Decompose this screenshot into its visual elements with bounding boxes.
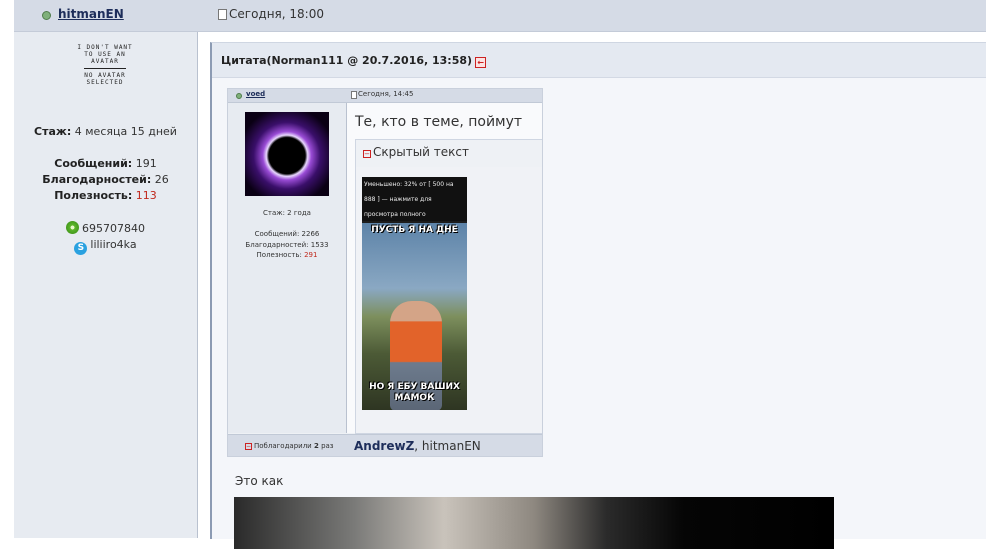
resize-notice: Уменьшено: 32% от [ 500 на 888 ] — нажми… [362, 177, 467, 233]
icq-line[interactable]: 695707840 [14, 221, 197, 235]
quoted-screenshot[interactable]: voed Сегодня, 14:45 Стаж: 2 года Сообщен… [227, 88, 543, 457]
collapse-icon: − [363, 150, 371, 158]
skype-icon: S [74, 242, 88, 255]
embedded-thanks-bar: − Поблагодарили 2 раз AndrewZ, hitmanEN [228, 434, 542, 456]
embedded-tenure: Стаж: 2 года [263, 209, 311, 217]
embedded-usefulness-label: Полезность: [256, 251, 302, 259]
attached-photo [234, 497, 834, 549]
avatar-text-line: SELECTED [86, 79, 124, 86]
post-date: Сегодня, 18:00 [229, 7, 324, 21]
avatar-text-line: AVATAR [91, 58, 119, 65]
post-content: Цитата(Norman111 @ 20.7.2016, 13:58) ← vo… [198, 32, 986, 549]
skype-line[interactable]: Sliliiro4ka [14, 238, 197, 255]
online-status-icon [42, 11, 51, 20]
avatar-text-line: TO USE AN [84, 51, 126, 58]
embedded-messages: Сообщений: 2266 [254, 230, 320, 238]
left-margin [0, 0, 14, 538]
quote-block: Цитата(Norman111 @ 20.7.2016, 13:58) ← vo… [210, 42, 986, 549]
quote-title-text: Цитата(Norman111 @ 20.7.2016, 13:58) [221, 54, 473, 67]
thanks-line: Благодарностей: 26 [14, 173, 197, 186]
tenure-line: Стаж: 4 месяца 15 дней [14, 125, 197, 138]
avatar: I DON'T WANT TO USE AN AVATAR NO AVATAR … [70, 44, 140, 86]
avatar-text-line: I DON'T WANT [77, 44, 133, 51]
thanked-suffix: раз [321, 442, 334, 450]
embedded-date: Сегодня, 14:45 [358, 90, 414, 98]
thanked-count: 2 [313, 442, 319, 450]
embedded-post-header: voed Сегодня, 14:45 [228, 89, 542, 103]
messages-line: Сообщений: 191 [14, 157, 197, 170]
meme-top-caption: ПУСТЬ Я НА ДНЕ [371, 225, 458, 235]
icq-flower-icon [66, 221, 79, 234]
document-icon [218, 9, 227, 20]
usefulness-label: Полезность: [54, 189, 133, 202]
hidden-text-body: Уменьшено: 32% от [ 500 на 888 ] — нажми… [355, 167, 542, 434]
post-header: hitmanEN Сегодня, 18:00 [14, 0, 986, 32]
tenure-value: 4 месяца 15 дней [74, 125, 177, 138]
tenure-label: Стаж: [34, 125, 72, 138]
avatar-divider [84, 68, 126, 69]
hidden-text-label: Скрытый текст [373, 145, 470, 159]
thanks-label: Благодарностей: [42, 173, 152, 186]
usefulness-value: 113 [135, 189, 157, 202]
embedded-usefulness-value: 291 [304, 251, 318, 259]
messages-label: Сообщений: [54, 157, 133, 170]
online-status-icon [236, 93, 242, 99]
usefulness-line: Полезность: 113 [14, 189, 197, 202]
thankers-list: AndrewZ, hitmanEN [354, 439, 481, 453]
quote-header: Цитата(Norman111 @ 20.7.2016, 13:58) ← [212, 43, 986, 78]
embedded-usefulness: Полезность: 291 [228, 251, 346, 259]
messages-value: 191 [135, 157, 157, 170]
author-sidebar: I DON'T WANT TO USE AN AVATAR NO AVATAR … [14, 32, 198, 538]
embedded-post-body: Те, кто в теме, поймут − Скрытый текст У… [347, 103, 542, 434]
collapse-icon: − [245, 443, 252, 450]
quote-body-text: Это как [235, 474, 284, 488]
embedded-post-text: Те, кто в теме, поймут [355, 114, 523, 130]
thanked-prefix: Поблагодарили [254, 442, 312, 450]
embedded-thanks: Благодарностей: 1533 [245, 241, 329, 249]
thanks-value: 26 [154, 173, 169, 186]
embedded-sidebar: Стаж: 2 года Сообщений: 2266 Благодарнос… [228, 103, 347, 433]
forum-post: hitmanEN Сегодня, 18:00 I DON'T WANT TO … [0, 0, 986, 549]
quote-title: Цитата(Norman111 @ 20.7.2016, 13:58) ← [221, 54, 487, 68]
document-icon [351, 91, 357, 99]
eclipse-avatar [245, 112, 329, 196]
author-link[interactable]: hitmanEN [58, 7, 124, 21]
jump-to-post-icon[interactable]: ← [475, 57, 487, 68]
embedded-author: voed [246, 90, 266, 98]
thanked-count-line: − Поблагодарили 2 раз [245, 442, 334, 450]
avatar-text-line: NO AVATAR [84, 72, 126, 79]
thanker-name: AndrewZ [354, 439, 415, 453]
thankers-rest: , hitmanEN [414, 439, 481, 453]
meme-bottom-caption: НО Я ЕБУ ВАШИХ МАМОК [369, 382, 460, 403]
hidden-text-toggle: − Скрытый текст [355, 139, 542, 168]
icq-number: 695707840 [82, 222, 145, 235]
meme-image: Уменьшено: 32% от [ 500 на 888 ] — нажми… [362, 177, 467, 410]
skype-name: liliiro4ka [90, 238, 137, 251]
